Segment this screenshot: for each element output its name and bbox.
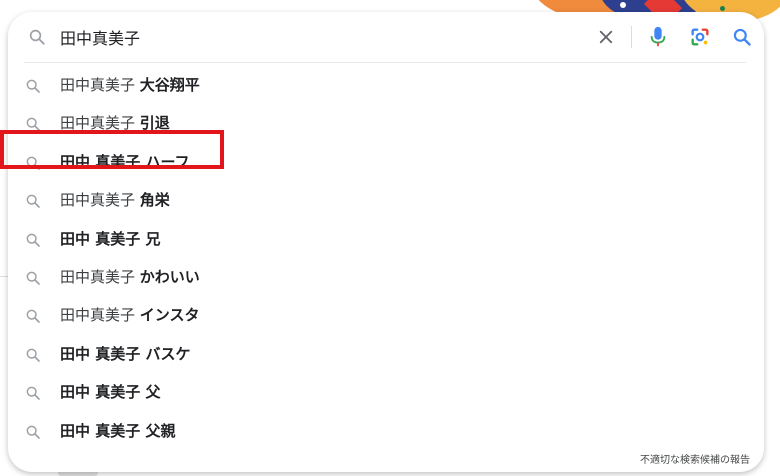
search-icon [26,348,40,362]
suggestion-item[interactable]: 田中真美子 角栄 [8,181,764,219]
search-icon [26,309,40,324]
suggestion-text: 田中真美子 インスタ [60,306,199,325]
suggestion-item[interactable]: 田中 真美子 兄 [8,220,764,258]
suggestion-item[interactable]: 田中真美子 かわいい [8,258,764,296]
suggestion-item[interactable]: 田中 真美子 父 [8,373,764,411]
suggestion-completion: インスタ [139,306,200,325]
search-input[interactable] [60,25,560,49]
doodle-shape [720,6,725,11]
suggestion-prefix: 田中真美子 [60,267,140,286]
suggestion-completion: かわいい [139,267,200,286]
suggestion-full: 田中 真美子 バスケ [60,344,191,363]
suggestion-text: 田中真美子 かわいい [60,268,200,287]
button-divider [631,26,632,48]
search-icon [733,28,751,46]
suggestion-full: 田中 真美子 兄 [60,229,161,248]
search-icon [26,386,40,400]
suggestion-item[interactable]: 田中 真美子 父親 [8,412,764,450]
suggestion-text: 田中真美子 角栄 [60,191,170,210]
suggestion-text: 田中 真美子 父 [60,383,160,402]
search-submit-button[interactable] [728,23,756,51]
suggestion-completion: 大谷翔平 [139,76,200,94]
search-suggestion-dropdown: 田中真美子 大谷翔平 田中真美子 引退 田中 真美子 ハーフ 田中真美子 角栄 … [8,12,764,472]
suggestion-text: 田中 真美子 バスケ [60,345,190,364]
search-icon [26,425,40,439]
lens-camera-icon [691,28,709,46]
suggestion-item[interactable]: 田中 真美子 バスケ [8,335,764,373]
lens-search-button[interactable] [686,23,714,51]
suggestion-item[interactable]: 田中真美子 大谷翔平 [8,66,764,104]
suggestion-completion: 角栄 [139,191,170,210]
suggestion-full: 田中 真美子 父親 [60,421,176,440]
search-icon [26,233,40,247]
doodle-shape [620,2,626,8]
search-bar [8,12,764,62]
suggestion-item[interactable]: 田中真美子 インスタ [8,296,764,334]
report-inappropriate-predictions-link[interactable]: 不適切な検索候補の報告 [640,451,750,466]
search-icon [26,271,40,285]
search-icon [26,194,40,208]
suggestion-prefix: 田中真美子 [60,306,140,325]
suggestion-prefix: 田中真美子 [60,191,140,210]
clear-button[interactable] [592,23,620,51]
suggestion-full: 田中 真美子 父 [60,383,161,402]
suggestion-text: 田中 真美子 父親 [60,422,175,441]
suggestion-list: 田中真美子 大谷翔平 田中真美子 引退 田中 真美子 ハーフ 田中真美子 角栄 … [8,66,764,450]
highlight-annotation-box [0,130,224,169]
microphone-icon [650,26,666,47]
search-icon [29,29,45,45]
suggestion-text: 田中真美子 大谷翔平 [60,76,200,95]
suggestion-text: 田中 真美子 兄 [60,230,160,249]
search-icon [26,79,40,93]
search-bar-divider [24,62,746,63]
suggestion-prefix: 田中真美子 [60,76,140,94]
voice-search-button[interactable] [644,23,672,51]
close-icon [599,30,613,44]
